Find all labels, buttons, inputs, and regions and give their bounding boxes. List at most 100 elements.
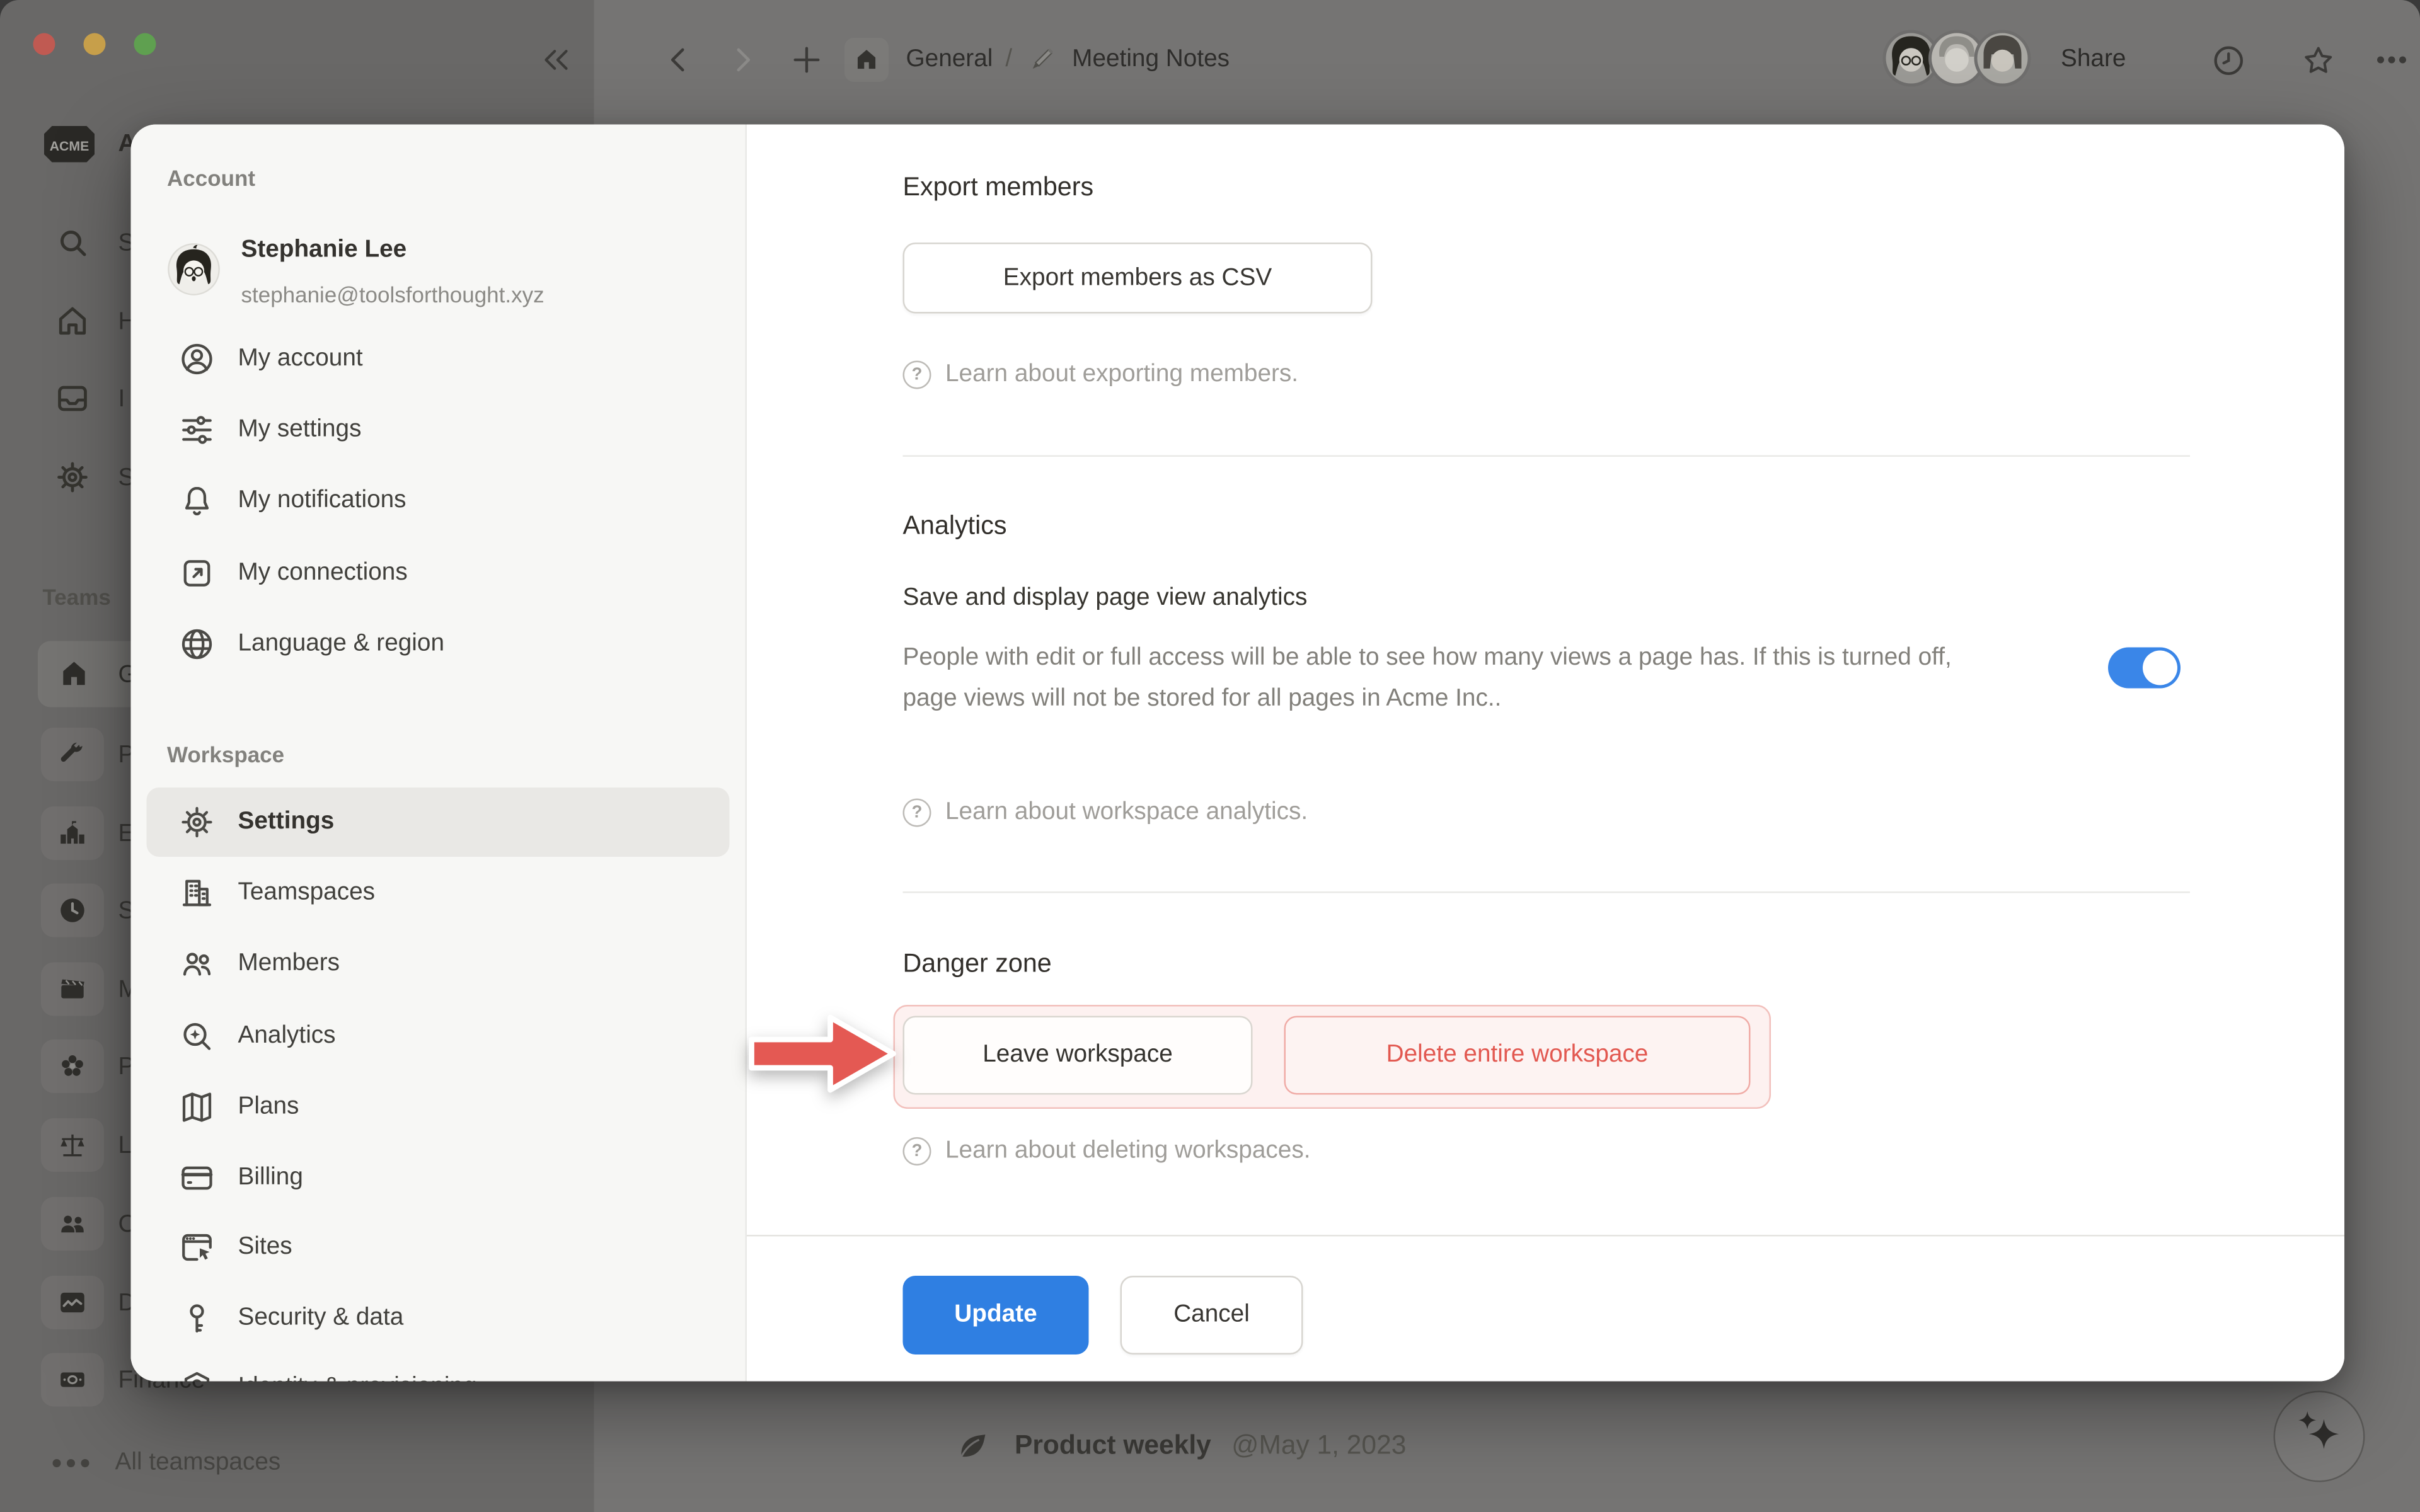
settings-modal: Account Stephanie Lee stephanie@toolsfor… bbox=[131, 125, 2345, 1382]
nav-item-label: Teamspaces bbox=[238, 879, 376, 907]
sparkles-icon bbox=[2275, 1392, 2362, 1479]
breadcrumb-page[interactable]: Meeting Notes bbox=[1072, 46, 1230, 74]
nav-item-label: My account bbox=[238, 345, 363, 374]
sidebar-item-inbox[interactable] bbox=[54, 380, 91, 418]
nav-item-my-connections[interactable]: My connections bbox=[147, 539, 730, 608]
shield-person-icon bbox=[178, 1369, 216, 1382]
teamspace-money-icon[interactable] bbox=[41, 1353, 104, 1407]
export-help-link[interactable]: ? Learn about exporting members. bbox=[903, 361, 1299, 389]
nav-item-analytics[interactable]: Analytics bbox=[147, 1002, 730, 1071]
question-circle-icon: ? bbox=[903, 799, 931, 827]
share-button[interactable]: Share bbox=[2061, 41, 2126, 79]
map-icon bbox=[178, 1089, 216, 1126]
export-members-csv-button[interactable]: Export members as CSV bbox=[903, 243, 1373, 314]
teamspace-scales-icon[interactable] bbox=[41, 1118, 104, 1172]
clock-icon[interactable] bbox=[2209, 41, 2247, 79]
zoom-window-button[interactable] bbox=[134, 33, 156, 55]
nav-item-my-notifications[interactable]: My notifications bbox=[147, 466, 730, 536]
member-avatars[interactable] bbox=[1883, 30, 2031, 87]
breadcrumb-root[interactable]: General bbox=[906, 46, 993, 74]
nav-item-label: My connections bbox=[238, 559, 408, 588]
page-row[interactable]: Product weekly @May 1, 2023 bbox=[952, 1424, 1406, 1467]
ai-sparkles-button[interactable] bbox=[2274, 1391, 2365, 1482]
settings-content: Export members Export members as CSV ? L… bbox=[747, 125, 2344, 1382]
user-email: stephanie@toolsforthought.xyz bbox=[241, 282, 544, 307]
nav-item-teamspaces[interactable]: Teamspaces bbox=[147, 859, 730, 928]
question-circle-icon: ? bbox=[903, 361, 931, 389]
more-options-icon[interactable] bbox=[2373, 41, 2411, 79]
nav-item-label: Identity & provisioning bbox=[238, 1373, 477, 1382]
user-name: Stephanie Lee bbox=[241, 236, 407, 265]
nav-item-my-account[interactable]: My account bbox=[147, 324, 730, 394]
nav-item-label: My settings bbox=[238, 416, 362, 444]
workspace-section-label: Workspace bbox=[167, 742, 284, 767]
breadcrumb-home-button[interactable] bbox=[844, 38, 889, 82]
minimize-window-button[interactable] bbox=[84, 33, 106, 55]
nav-item-identity-provisioning[interactable]: Identity & provisioning bbox=[147, 1353, 730, 1382]
nav-item-settings[interactable]: Settings bbox=[147, 788, 730, 857]
teamspace-wave-chart-icon[interactable] bbox=[41, 1276, 104, 1329]
close-window-button[interactable] bbox=[33, 33, 55, 55]
breadcrumb-separator: / bbox=[1005, 46, 1012, 74]
sliders-icon bbox=[178, 411, 216, 449]
danger-zone-title: Danger zone bbox=[903, 950, 1052, 980]
section-divider bbox=[903, 891, 2191, 893]
back-button[interactable] bbox=[660, 41, 698, 79]
page-row[interactable]: Product weekly @May 8, 2023 bbox=[952, 1504, 1406, 1512]
nav-item-language-region[interactable]: Language & region bbox=[147, 610, 730, 679]
teamspace-wrench-icon[interactable] bbox=[41, 728, 104, 781]
teamspace-clock-icon[interactable] bbox=[41, 884, 104, 937]
delete-workspace-button[interactable]: Delete entire workspace bbox=[1284, 1016, 1751, 1095]
nav-item-my-settings[interactable]: My settings bbox=[147, 396, 730, 465]
nav-item-label: Sites bbox=[238, 1234, 292, 1262]
page-title: Product weekly bbox=[1015, 1509, 1211, 1512]
page-title: Product weekly bbox=[1015, 1429, 1211, 1461]
nav-item-label: Language & region bbox=[238, 630, 445, 658]
nav-item-plans[interactable]: Plans bbox=[147, 1073, 730, 1142]
nav-item-security-data[interactable]: Security & data bbox=[147, 1284, 730, 1353]
sidebar-item-label: I bbox=[118, 386, 125, 415]
person-circle-icon bbox=[178, 340, 216, 378]
date-mention: @May 1, 2023 bbox=[1231, 1429, 1406, 1461]
nav-item-billing[interactable]: Billing bbox=[147, 1143, 730, 1213]
leave-workspace-button[interactable]: Leave workspace bbox=[903, 1016, 1253, 1095]
danger-help-link[interactable]: ? Learn about deleting workspaces. bbox=[903, 1137, 1311, 1166]
teamspace-label: L bbox=[118, 1133, 132, 1161]
leaf-icon bbox=[952, 1424, 994, 1467]
red-arrow-annotation bbox=[749, 1007, 897, 1101]
gear-icon bbox=[178, 803, 216, 841]
analytics-title: Analytics bbox=[903, 512, 1007, 542]
analytics-toggle[interactable] bbox=[2108, 648, 2181, 689]
avatar bbox=[1976, 32, 2029, 85]
teamspace-flower-icon[interactable] bbox=[41, 1040, 104, 1093]
nav-item-label: Settings bbox=[238, 808, 335, 837]
section-divider bbox=[903, 455, 2191, 457]
new-page-button[interactable] bbox=[788, 41, 826, 79]
sidebar-collapse-icon[interactable] bbox=[538, 41, 575, 79]
cancel-button[interactable]: Cancel bbox=[1121, 1276, 1303, 1354]
nav-item-label: Plans bbox=[238, 1093, 299, 1121]
sidebar-item-home[interactable] bbox=[54, 302, 91, 340]
sidebar-item-search[interactable] bbox=[54, 224, 91, 261]
forward-button[interactable] bbox=[723, 41, 761, 79]
teamspace-school-icon[interactable] bbox=[41, 806, 104, 860]
svg-text:ACME: ACME bbox=[50, 139, 89, 154]
credit-card-icon bbox=[178, 1159, 216, 1197]
workspace-logo[interactable]: ACME bbox=[43, 125, 96, 164]
analytics-help-link[interactable]: ? Learn about workspace analytics. bbox=[903, 799, 1308, 827]
analytics-setting-description: People with edit or full access will be … bbox=[903, 638, 1968, 719]
people-icon bbox=[178, 945, 216, 983]
teamspace-people-icon[interactable] bbox=[41, 1197, 104, 1251]
sidebar-item-settings[interactable] bbox=[54, 459, 91, 496]
toggle-knob bbox=[2143, 651, 2177, 685]
nav-item-members[interactable]: Members bbox=[147, 929, 730, 999]
update-button[interactable]: Update bbox=[903, 1276, 1089, 1354]
nav-item-label: Members bbox=[238, 950, 340, 978]
teamspace-clapperboard-icon[interactable] bbox=[41, 963, 104, 1016]
analytics-setting-title: Save and display page view analytics bbox=[903, 585, 1308, 613]
star-icon[interactable] bbox=[2299, 41, 2337, 79]
nav-item-sites[interactable]: Sites bbox=[147, 1213, 730, 1282]
teams-section-label: Teams bbox=[43, 585, 111, 610]
all-teamspaces-ellipsis-icon[interactable] bbox=[50, 1451, 91, 1476]
all-teamspaces-button[interactable]: All teamspaces bbox=[115, 1449, 281, 1477]
